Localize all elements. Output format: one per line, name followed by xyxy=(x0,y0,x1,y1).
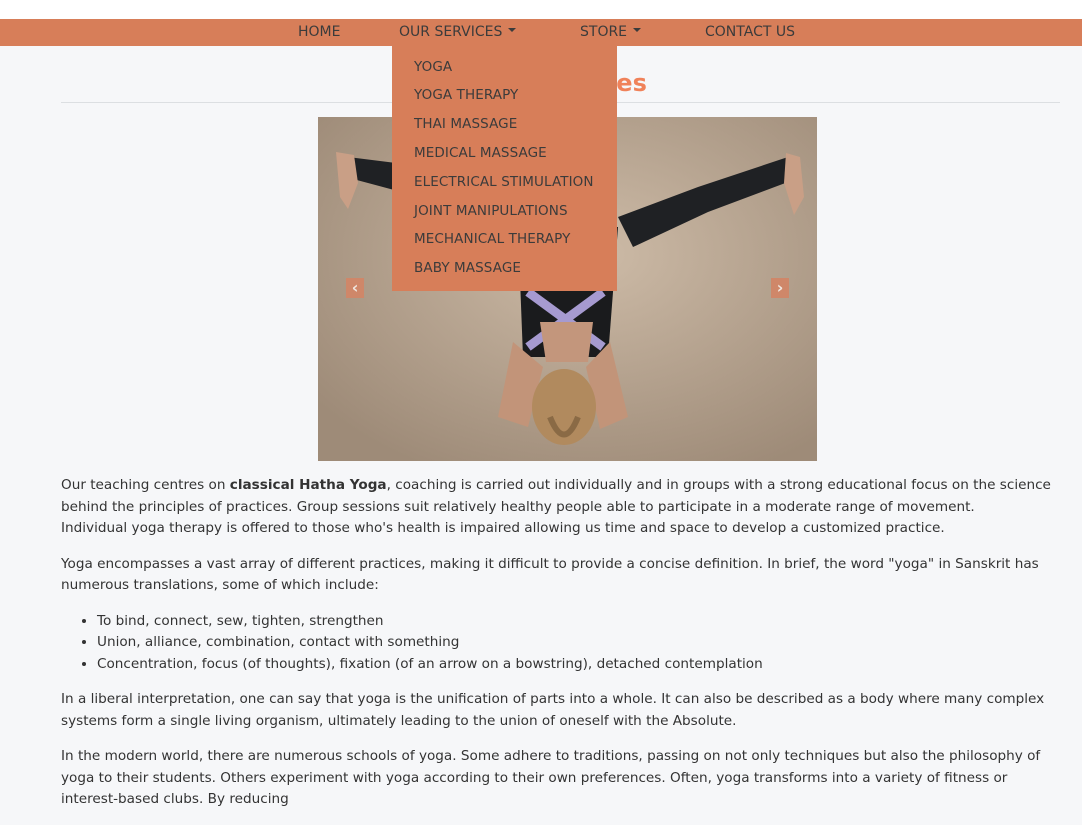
menu-item-thai-massage[interactable]: THAI MASSAGE xyxy=(414,116,517,132)
caret-down-icon xyxy=(633,28,642,32)
intro-bold-text: classical Hatha Yoga xyxy=(229,477,387,493)
list-item: Concentration, focus (of thoughts), fixa… xyxy=(97,654,1051,676)
menu-item-baby-massage[interactable]: BABY MASSAGE xyxy=(414,260,521,276)
intro-text-c: Individual yoga therapy is offered to th… xyxy=(61,520,945,536)
nav-store[interactable]: STORE xyxy=(580,19,642,46)
carousel-next-button[interactable]: › xyxy=(771,278,789,298)
nav-home[interactable]: HOME xyxy=(298,19,340,46)
menu-item-electrical-stimulation[interactable]: ELECTRICAL STIMULATION xyxy=(414,174,594,190)
services-dropdown-menu: YOGA YOGA THERAPY THAI MASSAGE MEDICAL M… xyxy=(392,46,617,291)
menu-item-yoga[interactable]: YOGA xyxy=(414,59,452,75)
menu-item-medical-massage[interactable]: MEDICAL MASSAGE xyxy=(414,145,547,161)
intro-text-a: Our teaching centres on xyxy=(61,477,230,493)
menu-item-mechanical-therapy[interactable]: MECHANICAL THERAPY xyxy=(414,231,570,247)
top-strip xyxy=(0,0,1082,19)
translations-list: To bind, connect, sew, tighten, strength… xyxy=(61,611,1051,676)
definition-paragraph: Yoga encompasses a vast array of differe… xyxy=(61,555,1039,594)
menu-item-joint-manipulations[interactable]: JOINT MANIPULATIONS xyxy=(414,203,568,219)
modern-world-paragraph: In the modern world, there are numerous … xyxy=(61,748,1041,807)
main-content: Our teaching centres on classical Hatha … xyxy=(61,475,1051,825)
caret-down-icon xyxy=(508,28,517,32)
nav-contact-us[interactable]: CONTACT US xyxy=(705,19,795,46)
nav-our-services-label: OUR SERVICES xyxy=(399,24,503,40)
interpretation-paragraph: In a liberal interpretation, one can say… xyxy=(61,691,1045,729)
list-item: Union, alliance, combination, contact wi… xyxy=(97,632,1051,654)
intro-paragraph: Our teaching centres on classical Hatha … xyxy=(61,475,1051,540)
carousel-prev-button[interactable]: ‹ xyxy=(346,278,364,298)
nav-our-services[interactable]: OUR SERVICES xyxy=(399,19,517,46)
main-navbar: HOME OUR SERVICES STORE CONTACT US xyxy=(0,19,1082,46)
list-item: To bind, connect, sew, tighten, strength… xyxy=(97,611,1051,633)
menu-item-yoga-therapy[interactable]: YOGA THERAPY xyxy=(414,87,518,103)
nav-store-label: STORE xyxy=(580,24,628,40)
